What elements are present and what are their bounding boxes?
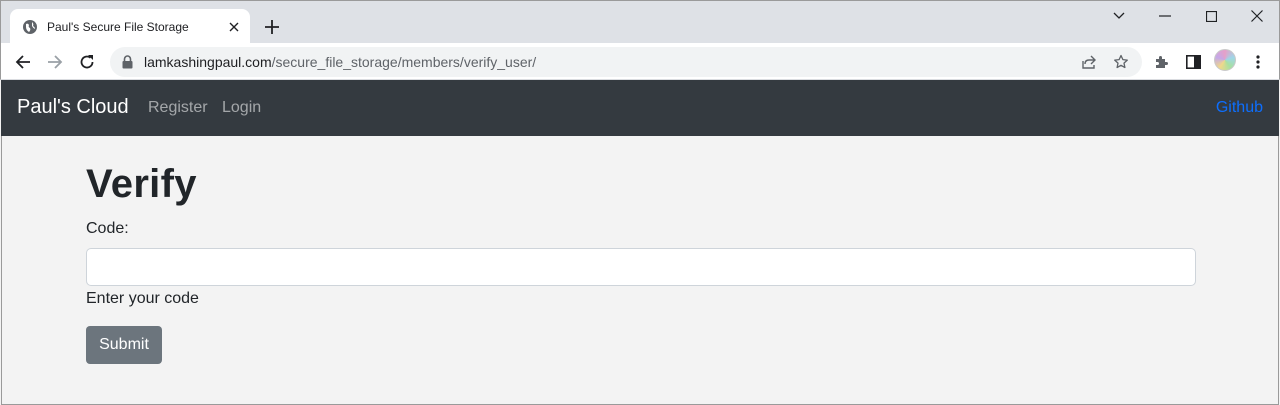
code-help-text: Enter your code — [86, 290, 199, 307]
star-icon[interactable] — [1110, 51, 1132, 73]
browser-tab[interactable]: Paul's Secure File Storage — [10, 9, 250, 44]
maximize-icon[interactable] — [1196, 5, 1226, 27]
chevron-down-icon[interactable] — [1104, 5, 1134, 27]
globe-icon — [23, 19, 37, 34]
menu-icon[interactable] — [1245, 49, 1271, 75]
verify-page: Verify Code: Enter your code Submit — [1, 136, 1279, 405]
forward-icon[interactable] — [42, 49, 68, 75]
close-icon[interactable] — [1242, 5, 1272, 27]
back-icon[interactable] — [10, 49, 36, 75]
tab-title: Paul's Secure File Storage — [47, 19, 189, 34]
browser-toolbar: lamkashingpaul.com/secure_file_storage/m… — [0, 43, 1280, 80]
code-input[interactable] — [86, 248, 1196, 286]
brand-link[interactable]: Paul's Cloud — [17, 96, 129, 119]
site-navbar: Paul's Cloud Register Login Github — [1, 80, 1279, 136]
close-icon[interactable] — [224, 17, 244, 37]
submit-button[interactable]: Submit — [86, 326, 162, 364]
lock-icon[interactable] — [122, 55, 133, 69]
share-icon[interactable] — [1078, 51, 1100, 73]
url-text[interactable]: lamkashingpaul.com/secure_file_storage/m… — [144, 54, 536, 70]
nav-github-link[interactable]: Github — [1216, 99, 1263, 117]
page-title: Verify — [86, 162, 197, 206]
side-panel-icon[interactable] — [1180, 49, 1206, 75]
code-label: Code: — [86, 220, 129, 237]
minimize-icon[interactable] — [1150, 5, 1180, 27]
url-path: /secure_file_storage/members/verify_user… — [271, 54, 537, 70]
profile-avatar[interactable] — [1214, 49, 1236, 71]
plus-icon[interactable] — [260, 15, 284, 39]
reload-icon[interactable] — [74, 49, 100, 75]
extensions-icon[interactable] — [1148, 49, 1174, 75]
url-host: lamkashingpaul.com — [144, 54, 272, 70]
nav-login-link[interactable]: Login — [222, 99, 261, 117]
nav-register-link[interactable]: Register — [148, 99, 208, 117]
address-bar[interactable]: lamkashingpaul.com/secure_file_storage/m… — [110, 47, 1142, 77]
tab-strip: Paul's Secure File Storage — [0, 0, 1280, 44]
